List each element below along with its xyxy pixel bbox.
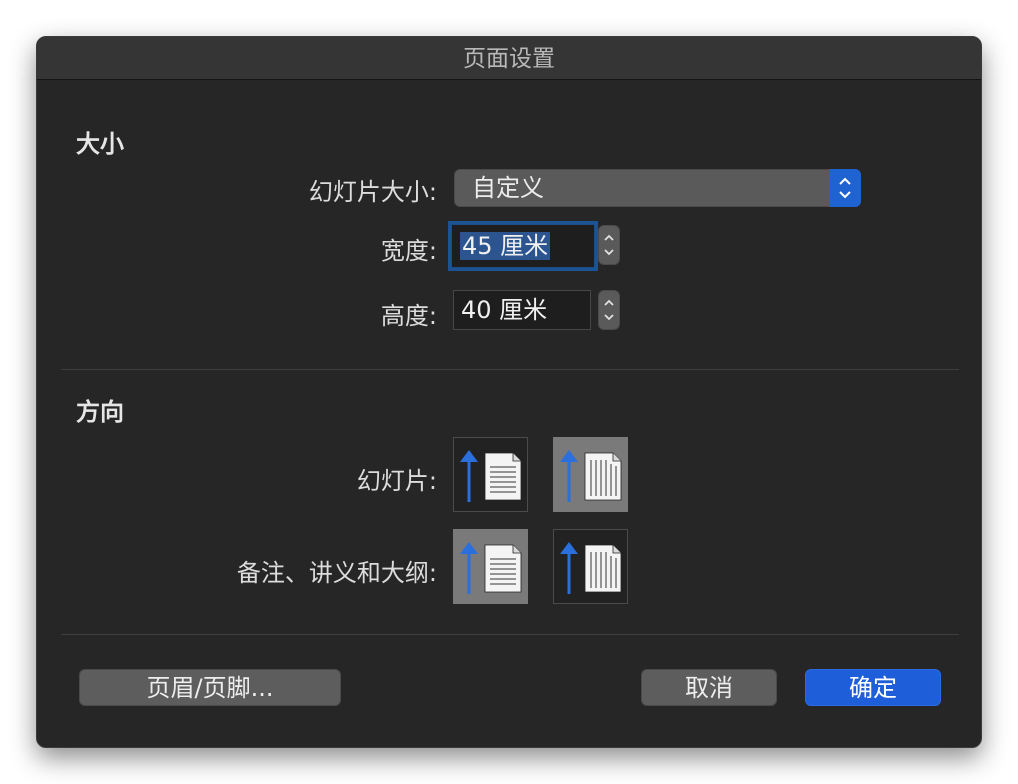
width-value: 45 厘米: [460, 232, 551, 260]
width-label: 宽度:: [380, 237, 437, 265]
up-down-chevron-icon: [829, 169, 861, 207]
portrait-orientation-icon: [460, 450, 522, 502]
slide-size-value: 自定义: [472, 174, 544, 202]
height-value: 40 厘米: [461, 296, 548, 324]
notes-landscape-option[interactable]: [553, 529, 628, 604]
orientation-section-title: 方向: [76, 398, 124, 426]
notes-portrait-option[interactable]: [453, 529, 528, 604]
portrait-orientation-icon: [460, 542, 522, 594]
cancel-button[interactable]: 取消: [641, 669, 777, 706]
height-stepper-icon[interactable]: [598, 290, 620, 330]
section-divider: [61, 369, 959, 370]
height-label: 高度:: [380, 302, 437, 330]
header-footer-button[interactable]: 页眉/页脚...: [79, 669, 341, 706]
window-title: 页面设置: [37, 37, 981, 80]
height-field[interactable]: 40 厘米: [453, 290, 591, 330]
slide-size-label: 幻灯片大小:: [308, 178, 437, 206]
slides-orientation-label: 幻灯片:: [356, 467, 437, 495]
size-section-title: 大小: [76, 130, 124, 158]
slides-landscape-option[interactable]: [553, 437, 628, 512]
ok-button[interactable]: 确定: [805, 669, 941, 706]
page-setup-dialog: 页面设置 大小 幻灯片大小: 自定义 宽度: 45 厘米 高度: 40 厘米 方…: [36, 36, 982, 748]
section-divider: [61, 634, 959, 635]
width-field[interactable]: 45 厘米: [451, 224, 595, 268]
slides-portrait-option[interactable]: [453, 437, 528, 512]
landscape-orientation-icon: [560, 542, 622, 594]
width-stepper-icon[interactable]: [598, 225, 620, 265]
landscape-orientation-icon: [560, 450, 622, 502]
slide-size-popup[interactable]: 自定义: [454, 169, 861, 207]
notes-orientation-label: 备注、讲义和大纲:: [236, 559, 437, 587]
